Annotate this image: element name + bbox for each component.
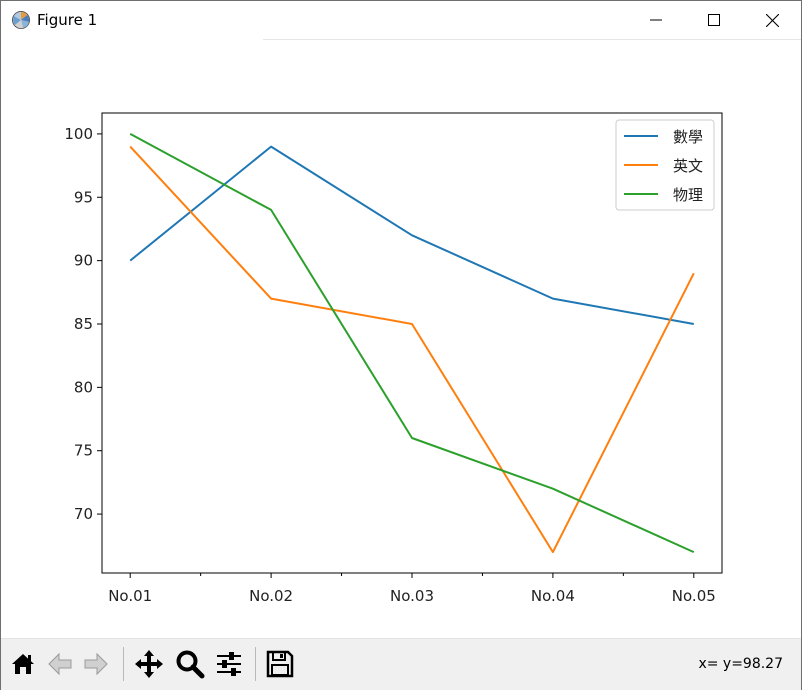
legend: 數學英文物理 [615,119,715,211]
series-lines [129,133,695,554]
x-tick-label: No.02 [249,587,293,605]
toolbar-separator [255,647,256,681]
coordinate-readout: x= y=98.27 [698,656,783,672]
arrow-left-icon [48,652,72,676]
y-tick-label: 80 [74,378,93,396]
y-tick-label: 75 [74,442,93,460]
y-tick-label: 90 [74,252,93,270]
configure-subplots-button[interactable] [212,645,246,683]
x-tick-label: No.05 [672,587,716,605]
series-line-1 [129,145,695,554]
y-tick-label: 85 [74,315,93,333]
zoom-button[interactable] [173,645,207,683]
y-tick-label: 100 [64,125,93,143]
pan-button[interactable] [132,645,166,683]
save-button[interactable] [263,645,297,683]
home-icon [12,654,34,674]
home-button[interactable] [6,645,40,683]
legend-label: 英文 [673,157,703,175]
line-chart: 707580859095100 No.01 No.02 No.03 No.04 No.0… [64,112,723,605]
toolbar-separator [123,647,124,681]
legend-label: 數學 [673,128,703,146]
close-button[interactable] [743,1,801,39]
close-icon [765,13,779,27]
legend-label: 物理 [673,186,703,204]
sliders-icon [217,652,241,676]
y-tick-label: 95 [74,188,93,206]
arrow-right-icon [84,652,108,676]
matplotlib-logo-icon [12,11,30,29]
minimize-icon [650,19,662,21]
series-line-2 [129,133,695,554]
forward-button[interactable] [79,645,113,683]
window-title: Figure 1 [37,11,98,29]
x-tick-label: No.04 [531,587,575,605]
figure-window: Figure 1 70 75 80 85 90 95 100 No.01 No.02 No.03… [0,0,802,690]
title-bar[interactable]: Figure 1 [1,1,801,39]
back-button[interactable] [43,645,77,683]
y-axis: 70 75 80 85 90 95 100 [64,125,102,523]
minimize-button[interactable] [627,1,685,39]
maximize-icon [708,14,720,26]
series-line-0 [129,145,694,325]
floppy-icon [266,650,294,678]
navigation-toolbar: x= y=98.27 [1,638,801,690]
x-tick-label: No.03 [390,587,434,605]
maximize-button[interactable] [685,1,743,39]
x-tick-label: No.01 [108,587,152,605]
move-icon [135,650,163,678]
y-tick-label: 70 [74,505,93,523]
magnifier-icon [176,650,205,679]
figure-canvas[interactable]: 70 75 80 85 90 95 100 No.01 No.02 No.03 No.04 No.0… [1,40,801,638]
x-axis: No.01 No.02 No.03 No.04 No.05 [108,573,716,605]
